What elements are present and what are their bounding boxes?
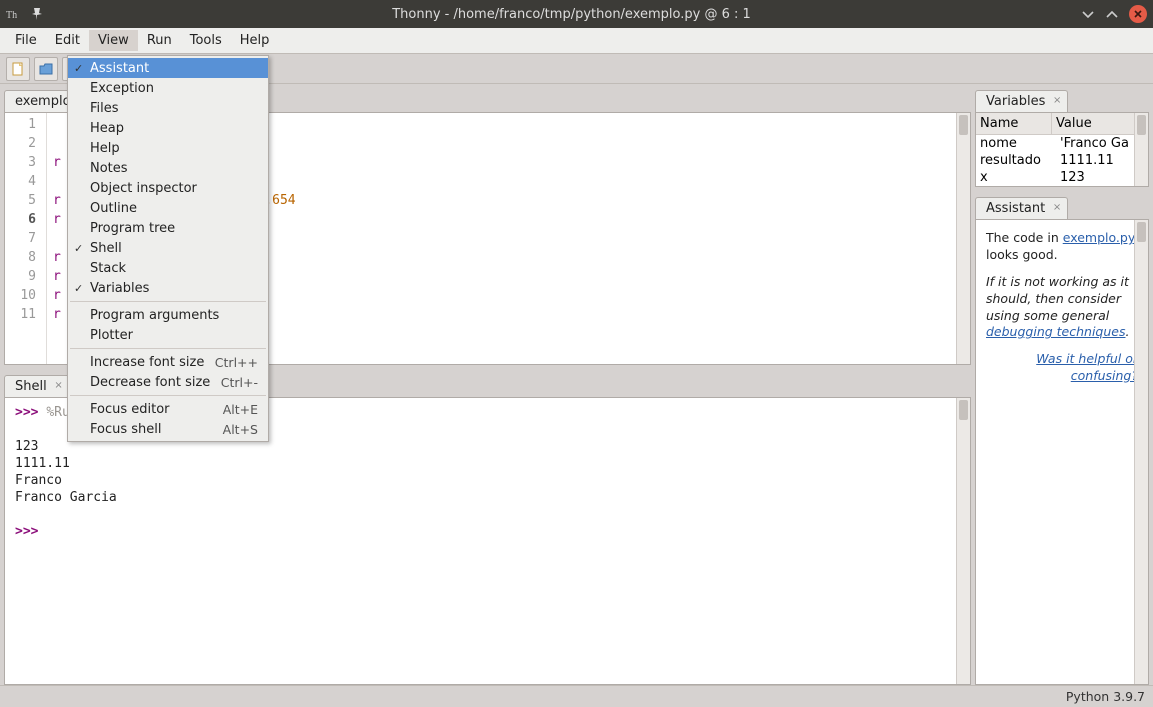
shell-line: Franco: [15, 473, 62, 488]
titlebar: Th Thonny - /home/franco/tmp/python/exem…: [0, 0, 1153, 28]
view-menu-dropdown: AssistantExceptionFilesHeapHelpNotesObje…: [67, 55, 269, 442]
menu-item-outline[interactable]: Outline: [68, 198, 268, 218]
shell-prompt: >>>: [15, 405, 46, 420]
variables-tab-label: Variables: [986, 94, 1045, 109]
assistant-file-link[interactable]: exemplo.py: [1063, 230, 1136, 245]
open-file-button[interactable]: [34, 57, 58, 81]
editor-gutter: 1234567891011: [5, 113, 47, 364]
assistant-scrollbar[interactable]: [1134, 220, 1148, 684]
menu-item-help[interactable]: Help: [68, 138, 268, 158]
menu-item-focus-shell[interactable]: Focus shellAlt+S: [68, 419, 268, 439]
svg-text:Th: Th: [6, 10, 17, 21]
app-icon: Th: [6, 7, 20, 21]
menu-item-heap[interactable]: Heap: [68, 118, 268, 138]
menu-item-program-tree[interactable]: Program tree: [68, 218, 268, 238]
shell-scrollbar[interactable]: [956, 398, 970, 684]
menu-run[interactable]: Run: [138, 30, 181, 51]
menu-item-decrease-font-size[interactable]: Decrease font sizeCtrl+-: [68, 372, 268, 392]
menu-view[interactable]: View: [89, 30, 138, 51]
menu-item-variables[interactable]: Variables: [68, 278, 268, 298]
menu-item-shell[interactable]: Shell: [68, 238, 268, 258]
menu-item-assistant[interactable]: Assistant: [68, 58, 268, 78]
app-window: Th Thonny - /home/franco/tmp/python/exem…: [0, 0, 1153, 707]
menu-item-plotter[interactable]: Plotter: [68, 325, 268, 345]
assistant-panel: Assistant × The code in exemplo.py looks …: [975, 197, 1149, 685]
close-button[interactable]: [1129, 5, 1147, 23]
variable-row[interactable]: nome'Franco Ga: [976, 135, 1148, 152]
window-title: Thonny - /home/franco/tmp/python/exemplo…: [66, 7, 1077, 22]
assistant-content: The code in exemplo.py looks good. If it…: [975, 219, 1149, 685]
assistant-tab-label: Assistant: [986, 201, 1045, 216]
editor-tab-label: exemplo: [15, 94, 71, 109]
variables-panel: Variables × Name Value nome'Franco Ga res…: [975, 90, 1149, 187]
shell-tab-label: Shell: [15, 379, 47, 394]
python-version-label[interactable]: Python 3.9.7: [1066, 689, 1145, 704]
menu-file[interactable]: File: [6, 30, 46, 51]
assistant-tab-close-icon[interactable]: ×: [1053, 202, 1061, 213]
variables-scrollbar[interactable]: [1134, 113, 1148, 186]
shell-line: Franco Garcia: [15, 490, 117, 505]
assistant-feedback-link[interactable]: Was it helpful or confusing?: [1036, 351, 1138, 383]
variables-tab-close-icon[interactable]: ×: [1053, 95, 1061, 106]
assistant-tab[interactable]: Assistant ×: [975, 197, 1068, 219]
menu-item-files[interactable]: Files: [68, 98, 268, 118]
menu-item-program-arguments[interactable]: Program arguments: [68, 305, 268, 325]
new-file-button[interactable]: [6, 57, 30, 81]
variables-tab[interactable]: Variables ×: [975, 90, 1068, 112]
editor-scrollbar[interactable]: [956, 113, 970, 364]
menu-item-object-inspector[interactable]: Object inspector: [68, 178, 268, 198]
assistant-debug-link[interactable]: debugging techniques: [986, 324, 1126, 339]
shell-tab[interactable]: Shell ×: [4, 375, 70, 397]
menu-item-stack[interactable]: Stack: [68, 258, 268, 278]
menu-item-focus-editor[interactable]: Focus editorAlt+E: [68, 399, 268, 419]
variable-row[interactable]: resultado1111.11: [976, 152, 1148, 169]
menu-item-notes[interactable]: Notes: [68, 158, 268, 178]
variables-table: Name Value nome'Franco Ga resultado1111.…: [975, 112, 1149, 187]
shell-prompt: >>>: [15, 524, 38, 539]
menubar: File Edit View Run Tools Help: [0, 28, 1153, 54]
menu-tools[interactable]: Tools: [181, 30, 231, 51]
statusbar: Python 3.9.7: [0, 685, 1153, 707]
menu-item-exception[interactable]: Exception: [68, 78, 268, 98]
variable-row[interactable]: x123: [976, 169, 1148, 186]
menu-help[interactable]: Help: [231, 30, 279, 51]
shell-line: 1111.11: [15, 456, 70, 471]
shell-line: 123: [15, 439, 38, 454]
menu-item-increase-font-size[interactable]: Increase font sizeCtrl++: [68, 352, 268, 372]
minimize-icon[interactable]: [1081, 7, 1095, 21]
shell-tab-close-icon[interactable]: ×: [54, 380, 62, 391]
pin-icon[interactable]: [30, 7, 44, 21]
menu-edit[interactable]: Edit: [46, 30, 89, 51]
variables-header-name[interactable]: Name: [976, 113, 1052, 134]
maximize-icon[interactable]: [1105, 7, 1119, 21]
